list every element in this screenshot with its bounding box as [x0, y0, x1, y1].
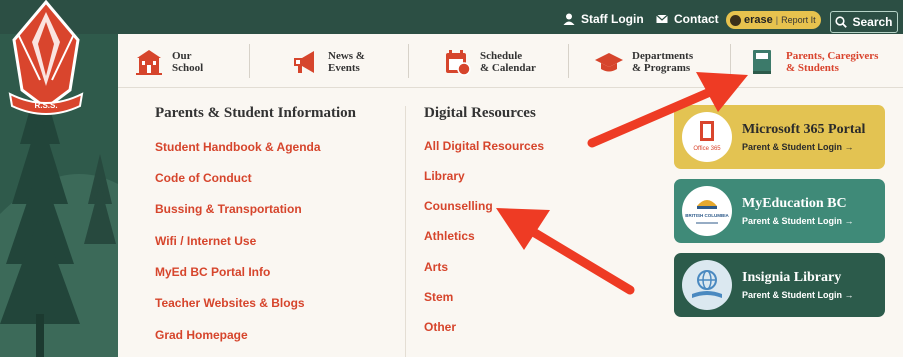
annotation-arrow-to-parents-tab	[587, 72, 748, 148]
annotation-arrows	[496, 72, 748, 295]
annotation-arrow-to-counselling	[496, 208, 635, 295]
